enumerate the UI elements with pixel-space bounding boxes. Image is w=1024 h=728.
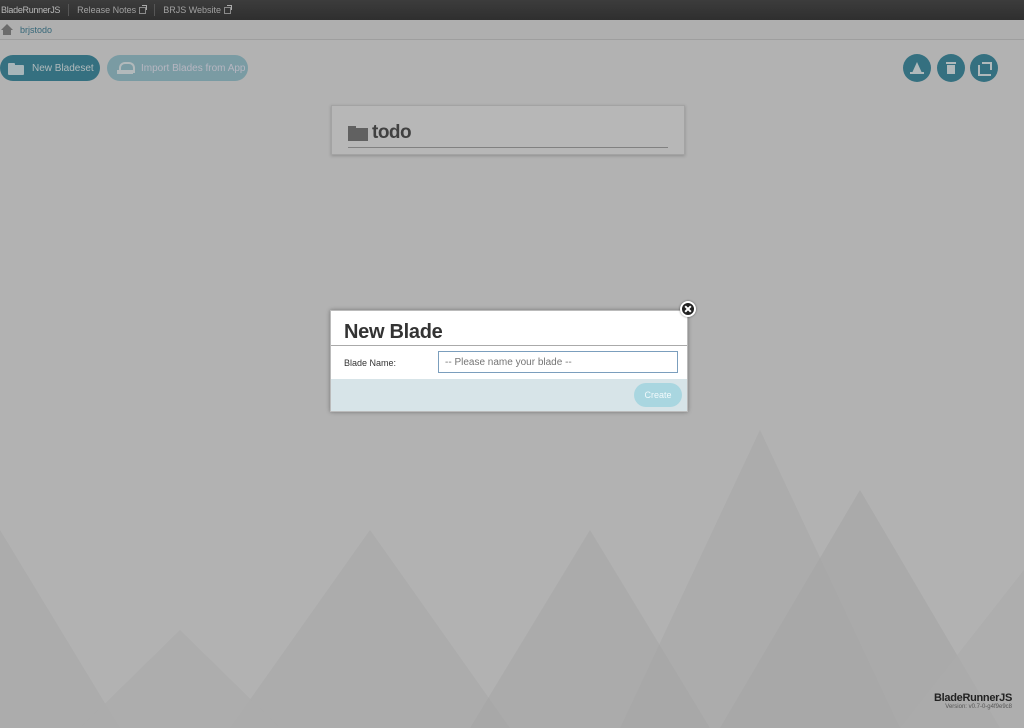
dialog-footer: Create	[331, 379, 687, 411]
version-text: Version: v0.7-0-g4f9e9c8	[945, 704, 1012, 710]
create-button[interactable]: Create	[634, 383, 682, 407]
footer-logo: BladeRunnerJS	[933, 692, 1012, 704]
footer-brand: BladeRunnerJS Version: v0.7-0-g4f9e9c8	[934, 692, 1012, 710]
close-icon[interactable]	[680, 301, 696, 317]
new-blade-dialog: New Blade Blade Name: Create	[330, 310, 688, 412]
blade-name-input[interactable]	[438, 351, 678, 373]
blade-name-label: Blade Name:	[344, 358, 397, 368]
divider	[331, 345, 687, 346]
dialog-title: New Blade	[344, 321, 443, 343]
